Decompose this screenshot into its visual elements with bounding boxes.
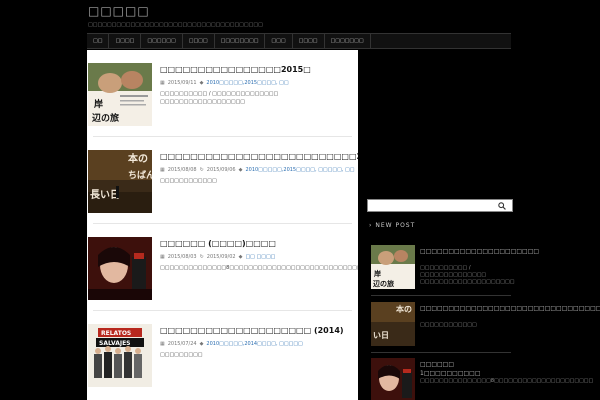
svg-text:本の: 本の — [128, 152, 148, 165]
sidebar-post-title[interactable]: □□□□□□□□□□□□□□□□□□□□□ — [420, 247, 539, 256]
svg-text:辺の旅: 辺の旅 — [92, 112, 119, 124]
tag-icon: ◆ — [238, 254, 243, 260]
refresh-icon: ↻ — [199, 254, 204, 260]
sidebar-post-excerpt: □□□□□□□□□□ / □□□□□□□□□□□□□□ □□□□□□□□□□□□… — [420, 265, 515, 285]
site-title[interactable]: □□□□□ — [88, 4, 150, 18]
post-item: 岸 辺の旅 □□□□□□□□□□□□□□□□2015□ ▦ 2015/09/11… — [87, 50, 358, 137]
post-title[interactable]: □□□□□□□□□□□□□□□□□□□□□□□□□□2015□ — [160, 152, 358, 161]
calendar-icon: ▦ — [160, 80, 165, 86]
page: □□□□□ □□□□□□□□□□□□□□□□□□□□□□□□□□□□□□□□□□… — [0, 0, 600, 400]
post-meta: ▦ 2015/08/03 ↻ 2015/09/02 ◆ □□ □□□□ — [160, 254, 355, 260]
post-item: RELATOS SALVAJES □□□□□□□□□□□□□□□□□□□□ (2… — [87, 311, 358, 397]
post-meta: ▦ 2015/09/11 ◆ 2010□□□□□,2015□□□□, □□ — [160, 80, 355, 86]
nav-item-5[interactable]: □□□□□□□□ — [215, 34, 266, 48]
sidebar-post[interactable]: 本の い日 □□□□□□□□□□□□□□□□□□□□□□□□□□□□□□□□□ … — [371, 302, 600, 356]
svg-text:RELATOS: RELATOS — [101, 330, 131, 337]
sidebar-post-thumbnail[interactable] — [371, 358, 415, 400]
svg-text:辺の旅: 辺の旅 — [373, 279, 394, 288]
nav-item-8[interactable]: □□□□□□□ — [325, 34, 371, 48]
svg-text:岸: 岸 — [94, 98, 103, 110]
nav-item-3[interactable]: □□□□□□ — [141, 34, 183, 48]
post-updated: 2015/09/02 — [206, 254, 236, 260]
widget-title: › NEW POST — [369, 222, 415, 229]
sidebar-post-thumbnail[interactable]: 岸 辺の旅 — [371, 245, 415, 289]
sidebar-post[interactable]: 岸 辺の旅 □□□□□□□□□□□□□□□□□□□□□ □□□□□□□□□□ /… — [371, 245, 539, 299]
sidebar-post-title[interactable]: □□□□□□ 1□□□□□□□□□□ — [420, 360, 512, 378]
refresh-icon: ↻ — [199, 167, 204, 173]
post-meta: ▦ 2015/08/08 ↻ 2015/09/06 ◆ 2010□□□□□,20… — [160, 167, 355, 173]
post-thumbnail[interactable]: RELATOS SALVAJES — [88, 324, 152, 387]
post-date: 2015/07/24 — [167, 341, 197, 347]
svg-text:SALVAJES: SALVAJES — [99, 340, 131, 347]
post-thumbnail[interactable] — [88, 237, 152, 300]
post-item: 本の ちばん 長い日 □□□□□□□□□□□□□□□□□□□□□□□□□□201… — [87, 137, 358, 224]
search-icon[interactable] — [498, 202, 506, 210]
post-thumbnail[interactable]: 岸 辺の旅 — [88, 63, 152, 126]
post-categories[interactable]: □□ □□□□ — [245, 254, 275, 260]
post-updated: 2015/09/06 — [206, 167, 236, 173]
sidebar-post-thumbnail[interactable]: 本の い日 — [371, 302, 415, 346]
post-categories[interactable]: 2010□□□□□,2015□□□□, □□ — [206, 80, 288, 86]
divider — [371, 295, 511, 296]
post-title[interactable]: □□□□□□ (□□□□)□□□□ — [160, 239, 355, 248]
post-date: 2015/08/08 — [167, 167, 197, 173]
svg-text:本の: 本の — [395, 304, 412, 314]
tag-icon: ◆ — [199, 341, 204, 347]
widget-title-label: NEW POST — [375, 222, 416, 229]
svg-text:長い日: 長い日 — [90, 189, 120, 201]
sidebar-post-excerpt: □□□□□□□□□□□□□□□8□□□□□□□□□□□□□□□□□□□□□ — [420, 378, 594, 384]
post-excerpt: □□□□□□□□□□□□□□8□□□□□□□□□□□□□□□□□□□□□□□□□… — [160, 265, 358, 271]
svg-text:岸: 岸 — [374, 269, 381, 278]
nav-item-2[interactable]: □□□□ — [109, 34, 142, 48]
post-thumbnail[interactable]: 本の ちばん 長い日 — [88, 150, 152, 213]
sidebar-post-excerpt: □□□□□□□□□□□□ — [420, 322, 477, 328]
post-excerpt: □□□□□□□□□ — [160, 352, 203, 358]
post-title[interactable]: □□□□□□□□□□□□□□□□2015□ — [160, 65, 355, 74]
nav-item-6[interactable]: □□□ — [265, 34, 293, 48]
nav-item-7[interactable]: □□□□ — [293, 34, 325, 48]
site-description: □□□□□□□□□□□□□□□□□□□□□□□□□□□□□□□□□□□□□ — [88, 22, 263, 28]
post-categories[interactable]: 2010□□□□□,2015□□□□, □□□□□, □□ — [245, 167, 354, 173]
post-date: 2015/08/03 — [167, 254, 197, 260]
nav-item-home[interactable]: □□ — [87, 34, 110, 48]
svg-text:ちばん: ちばん — [128, 169, 152, 181]
tag-icon: ◆ — [199, 80, 204, 86]
post-excerpt: □□□□□□□□□□□□ — [160, 178, 217, 184]
post-item: □□□□□□ (□□□□)□□□□ ▦ 2015/08/03 ↻ 2015/09… — [87, 224, 358, 311]
sidebar-post[interactable]: □□□□□□ 1□□□□□□□□□□ □□□□□□□□□□□□□□□8□□□□□… — [371, 358, 594, 400]
divider — [371, 352, 511, 353]
post-categories[interactable]: 2010□□□□□,2014□□□□, □□□□□ — [206, 341, 302, 347]
main-nav: □□ □□□□ □□□□□□ □□□□ □□□□□□□□ □□□ □□□□ □□… — [87, 33, 511, 49]
arrow-icon: › — [369, 222, 373, 229]
svg-text:い日: い日 — [373, 331, 389, 340]
search-input[interactable] — [367, 199, 513, 212]
post-list: 岸 辺の旅 □□□□□□□□□□□□□□□□2015□ ▦ 2015/09/11… — [87, 50, 358, 400]
post-meta: ▦ 2015/07/24 ◆ 2010□□□□□,2014□□□□, □□□□□ — [160, 341, 355, 347]
calendar-icon: ▦ — [160, 341, 165, 347]
post-excerpt: □□□□□□□□□□ / □□□□□□□□□□□□□□ □□□□□□□□□□□□… — [160, 91, 279, 105]
post-title[interactable]: □□□□□□□□□□□□□□□□□□□□ (2014) — [160, 326, 355, 335]
calendar-icon: ▦ — [160, 167, 165, 173]
nav-item-4[interactable]: □□□□ — [183, 34, 215, 48]
post-date: 2015/09/11 — [167, 80, 197, 86]
calendar-icon: ▦ — [160, 254, 165, 260]
tag-icon: ◆ — [238, 167, 243, 173]
sidebar-post-title[interactable]: □□□□□□□□□□□□□□□□□□□□□□□□□□□□□□□□□ — [420, 304, 600, 313]
